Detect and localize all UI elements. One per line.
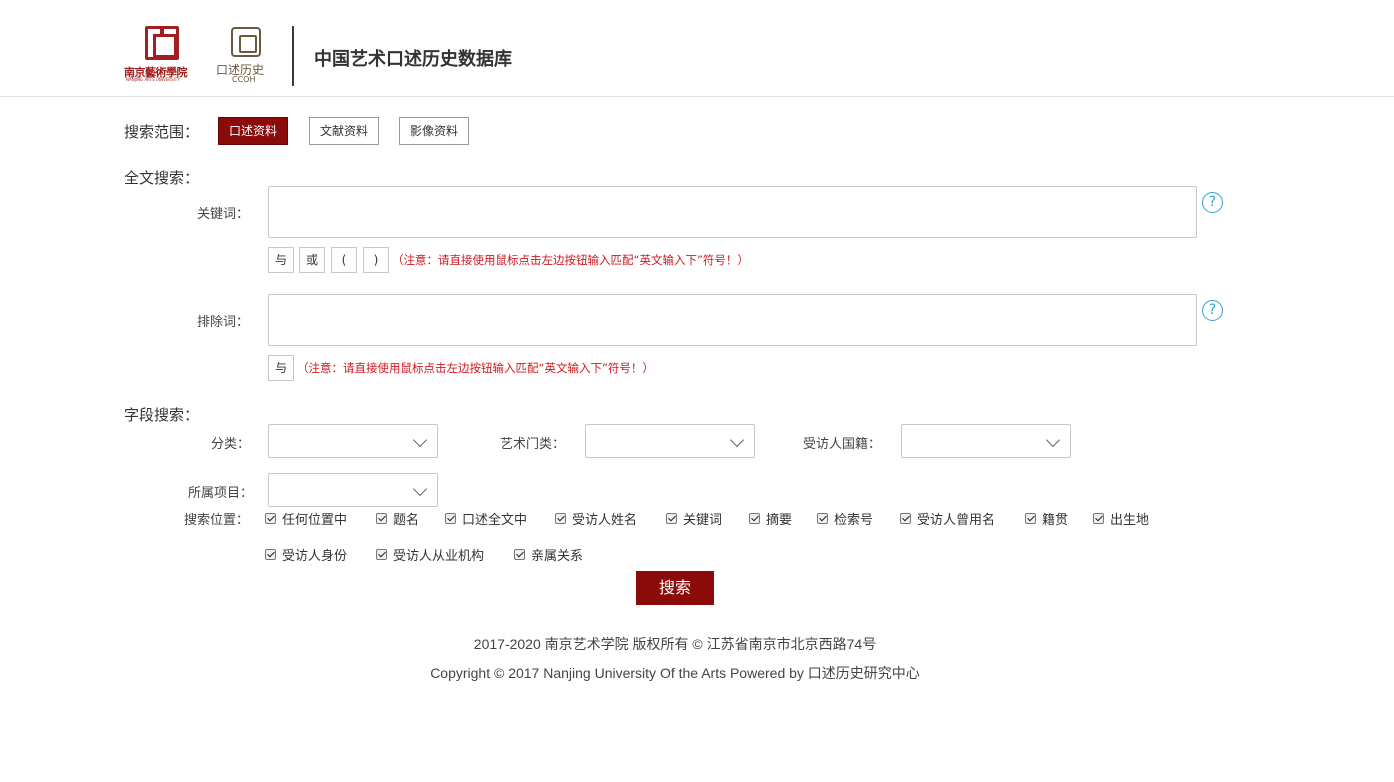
scope-video-button[interactable]: 影像资料 (399, 117, 469, 145)
ccoh-logo-en-text: CCOH (232, 75, 256, 84)
checkbox-label: 任何位置中 (282, 512, 348, 528)
category-select[interactable] (268, 424, 438, 458)
checkbox-label: 受访人曾用名 (917, 512, 996, 528)
footer-copyright-cn: 2017-2020 南京艺术学院 版权所有 © 江苏省南京市北京西路74号 (473, 636, 877, 652)
checkbox-label: 受访人身份 (282, 548, 348, 564)
project-label: 所属项目： (188, 486, 254, 501)
fulltext-section-label: 全文搜索： (124, 169, 200, 187)
search-position-label: 搜索位置： (184, 513, 250, 528)
keyword-close-paren-button[interactable]: ) (363, 247, 389, 273)
checkbox-icon[interactable] (817, 512, 828, 524)
project-select[interactable] (268, 473, 438, 507)
checkbox-label: 出生地 (1110, 512, 1150, 528)
position-checkbox-fulltext[interactable]: 口述全文中 (445, 510, 528, 528)
position-checkbox-former-name[interactable]: 受访人曾用名 (900, 510, 996, 528)
art-category-label: 艺术门类： (500, 437, 566, 452)
exclude-note: （注意：请直接使用鼠标点击左边按钮输入匹配“英文输入下”符号！） (297, 361, 654, 375)
scope-literature-button[interactable]: 文献资料 (309, 117, 379, 145)
position-checkbox-native-place[interactable]: 籍贯 (1025, 510, 1069, 528)
site-title: 中国艺术口述历史数据库 (314, 49, 512, 70)
checkbox-label: 受访人姓名 (572, 512, 638, 528)
chevron-down-icon (729, 432, 745, 448)
keyword-label: 关键词： (197, 207, 250, 222)
exclude-input[interactable] (268, 294, 1197, 346)
checkbox-icon[interactable] (376, 512, 387, 524)
checkbox-icon[interactable] (666, 512, 677, 524)
position-checkbox-kinship[interactable]: 亲属关系 (514, 546, 584, 564)
nationality-label: 受访人国籍： (803, 437, 882, 452)
nua-logo-en-text: NANJING ARTS UNIVERSITY (126, 77, 180, 82)
checkbox-label: 亲属关系 (531, 548, 584, 564)
ccoh-logo[interactable]: 口述历史 CCOH (214, 25, 278, 85)
exclude-and-button[interactable]: 与 (268, 355, 294, 381)
chevron-down-icon (412, 432, 428, 448)
checkbox-label: 籍贯 (1042, 512, 1069, 528)
checkbox-label: 检索号 (834, 512, 874, 528)
keyword-open-paren-button[interactable]: ( (331, 247, 357, 273)
checkbox-icon[interactable] (555, 512, 566, 524)
keyword-and-button[interactable]: 与 (268, 247, 294, 273)
position-checkbox-abstract[interactable]: 摘要 (749, 510, 793, 528)
exclude-help-icon[interactable]: ? (1202, 300, 1223, 321)
position-checkbox-anywhere[interactable]: 任何位置中 (265, 510, 348, 528)
checkbox-icon[interactable] (514, 548, 525, 560)
search-button[interactable]: 搜索 (636, 571, 714, 605)
nua-logo[interactable]: 南京藝術學院 NANJING ARTS UNIVERSITY (124, 24, 198, 84)
site-header: 南京藝術學院 NANJING ARTS UNIVERSITY 口述历史 CCOH… (0, 0, 1394, 97)
position-checkbox-title[interactable]: 题名 (376, 510, 420, 528)
checkbox-icon[interactable] (1093, 512, 1104, 524)
checkbox-icon[interactable] (376, 548, 387, 560)
scope-oral-button[interactable]: 口述资料 (218, 117, 288, 145)
chevron-down-icon (412, 481, 428, 497)
ccoh-mark-icon (231, 27, 261, 57)
checkbox-label: 摘要 (766, 512, 793, 528)
checkbox-icon[interactable] (749, 512, 760, 524)
header-divider (292, 26, 294, 86)
position-checkbox-institution[interactable]: 受访人从业机构 (376, 546, 485, 564)
position-checkbox-birthplace[interactable]: 出生地 (1093, 510, 1150, 528)
category-label: 分类： (211, 437, 251, 452)
keyword-note: （注意：请直接使用鼠标点击左边按钮输入匹配“英文输入下”符号！） (392, 253, 749, 267)
checkbox-icon[interactable] (265, 512, 276, 524)
checkbox-icon[interactable] (1025, 512, 1036, 524)
position-checkbox-interviewee-name[interactable]: 受访人姓名 (555, 510, 638, 528)
checkbox-label: 受访人从业机构 (393, 548, 485, 564)
checkbox-icon[interactable] (265, 548, 276, 560)
footer-copyright-en: Copyright © 2017 Nanjing University Of t… (430, 665, 920, 681)
checkbox-label: 口述全文中 (462, 512, 528, 528)
nationality-select[interactable] (901, 424, 1071, 458)
checkbox-icon[interactable] (900, 512, 911, 524)
nua-seal-icon (145, 26, 179, 60)
position-checkbox-identity[interactable]: 受访人身份 (265, 546, 348, 564)
keyword-or-button[interactable]: 或 (299, 247, 325, 273)
art-category-select[interactable] (585, 424, 755, 458)
checkbox-label: 题名 (393, 512, 420, 528)
keyword-input[interactable] (268, 186, 1197, 238)
chevron-down-icon (1045, 432, 1061, 448)
checkbox-label: 关键词 (683, 512, 723, 528)
keyword-help-icon[interactable]: ? (1202, 192, 1223, 213)
checkbox-icon[interactable] (445, 512, 456, 524)
position-checkbox-keyword[interactable]: 关键词 (666, 510, 723, 528)
exclude-label: 排除词： (197, 315, 250, 330)
scope-label: 搜索范围： (124, 123, 200, 141)
fields-section-label: 字段搜索： (124, 406, 200, 424)
position-checkbox-index-number[interactable]: 检索号 (817, 510, 874, 528)
